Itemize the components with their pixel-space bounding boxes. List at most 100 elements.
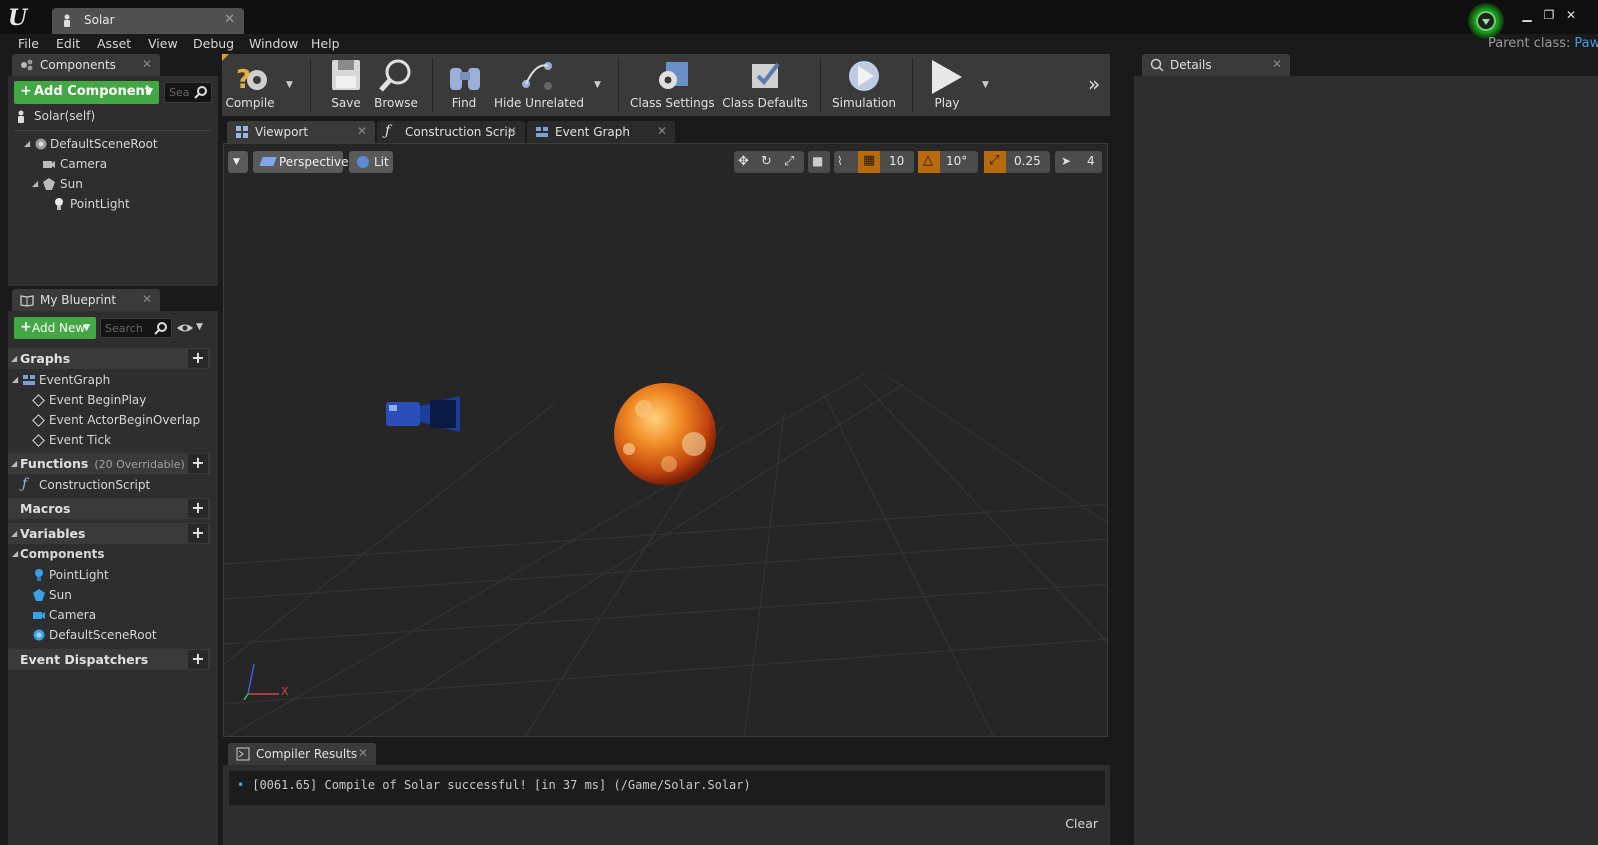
close-tab-icon[interactable]: ✕ (224, 12, 235, 27)
scale-snap-value[interactable]: 0.25 (1014, 154, 1041, 168)
lit-button[interactable]: Lit (349, 151, 393, 173)
menu-edit[interactable]: Edit (56, 36, 80, 51)
tab-viewport[interactable]: Viewport ✕ (227, 121, 375, 143)
menu-window[interactable]: Window (249, 36, 298, 51)
functions-category[interactable]: ◢ Functions (20 Overridable) + (8, 453, 210, 474)
variable-item-point-light[interactable]: PointLight (32, 567, 208, 585)
components-variables-group[interactable]: ◢ Components (12, 547, 208, 563)
compiler-results-tab[interactable]: Compiler Results ✕ (228, 743, 376, 765)
grid-snap-toggle[interactable]: ▦ (858, 151, 880, 173)
restore-icon[interactable]: ❐ (1539, 7, 1559, 23)
close-panel-icon[interactable]: ✕ (142, 292, 152, 306)
components-tab[interactable]: Components ✕ (12, 54, 160, 76)
tab-construction-script[interactable]: ƒ Construction Scrip ✕ (377, 121, 525, 143)
menu-bar: File Edit Asset View Debug Window Help (0, 34, 1130, 54)
close-panel-icon[interactable]: ✕ (142, 57, 152, 71)
class-settings-button[interactable]: Class Settings (630, 54, 715, 116)
expand-arrow-icon[interactable]: ◢ (11, 529, 17, 538)
variable-item-camera[interactable]: Camera (32, 607, 208, 625)
close-tab-icon[interactable]: ✕ (657, 124, 667, 138)
class-defaults-button[interactable]: Class Defaults (722, 54, 808, 116)
compile-options-dropdown-icon[interactable]: ▼ (286, 80, 293, 90)
scale-icon[interactable]: ⤢ (784, 154, 804, 176)
rotation-snap-value[interactable]: 10° (946, 154, 967, 168)
construction-script-item[interactable]: ƒ ConstructionScript (22, 476, 208, 495)
event-item-begin-play[interactable]: Event BeginPlay (32, 392, 208, 410)
unreal-logo-icon[interactable]: U (8, 6, 34, 30)
svg-text:?: ? (236, 65, 251, 94)
event-item-actor-begin-overlap[interactable]: Event ActorBeginOverlap (32, 412, 208, 430)
perspective-button[interactable]: Perspective (253, 151, 349, 173)
camera-speed-group[interactable]: ➤ 4 (1055, 151, 1102, 173)
translate-icon[interactable]: ✥ (738, 154, 758, 176)
event-dispatchers-category[interactable]: Event Dispatchers + (8, 649, 210, 670)
expand-arrow-icon[interactable]: ◢ (12, 549, 18, 558)
browse-button[interactable]: Browse (370, 54, 422, 116)
add-graph-button[interactable]: + (188, 349, 208, 368)
expand-arrow-icon[interactable]: ◢ (24, 139, 30, 148)
tree-item-camera[interactable]: Camera (42, 156, 202, 174)
expand-arrow-icon[interactable]: ◢ (11, 459, 17, 468)
variable-item-sun[interactable]: Sun (32, 587, 208, 605)
tree-item-sun[interactable]: ◢ Sun (32, 176, 192, 194)
minimize-icon[interactable]: ▁ (1517, 7, 1537, 23)
variables-category[interactable]: ◢ Variables + (8, 523, 210, 544)
toolbar-separator (820, 58, 821, 112)
hide-unrelated-button[interactable]: Hide Unrelated (494, 54, 584, 116)
clear-button[interactable]: Clear (1065, 816, 1098, 831)
rotate-icon[interactable]: ↻ (761, 154, 781, 176)
grid-snap-value[interactable]: 10 (889, 154, 904, 168)
close-panel-icon[interactable]: ✕ (1272, 57, 1282, 71)
hide-unrelated-dropdown-icon[interactable]: ▼ (594, 80, 601, 90)
add-macro-button[interactable]: + (188, 499, 208, 518)
parent-class-link[interactable]: Pawn (1574, 36, 1598, 51)
tree-item-label: Event BeginPlay (49, 393, 147, 407)
rotation-snap-toggle[interactable]: △ (918, 151, 940, 173)
play-button[interactable]: Play (922, 54, 972, 116)
expand-arrow-icon[interactable]: ◢ (11, 354, 17, 363)
my-blueprint-tab[interactable]: My Blueprint ✕ (12, 289, 160, 311)
menu-file[interactable]: File (18, 36, 39, 51)
details-tab[interactable]: Details ✕ (1142, 54, 1290, 76)
blueprint-search-input[interactable]: Search (100, 318, 172, 338)
tree-item-default-scene-root[interactable]: ◢ DefaultSceneRoot (24, 136, 204, 154)
event-item-tick[interactable]: Event Tick (32, 432, 208, 450)
menu-asset[interactable]: Asset (97, 36, 131, 51)
play-options-dropdown-icon[interactable]: ▼ (982, 80, 989, 90)
viewport-options-button[interactable]: ▼ (228, 151, 248, 173)
tree-item-point-light[interactable]: PointLight (52, 196, 202, 214)
event-graph-item[interactable]: ◢ EventGraph (12, 372, 208, 390)
toolbar-overflow-icon[interactable]: » (1088, 72, 1100, 96)
add-variable-button[interactable]: + (188, 524, 208, 543)
menu-view[interactable]: View (148, 36, 178, 51)
variable-item-default-scene-root[interactable]: DefaultSceneRoot (32, 627, 208, 645)
world-local-toggle[interactable]: ■ (808, 151, 830, 173)
compile-button[interactable]: ? Compile (222, 54, 278, 116)
add-dispatcher-button[interactable]: + (188, 650, 208, 669)
add-component-button[interactable]: + Add Component ▼ (14, 81, 159, 104)
add-new-button[interactable]: + Add New ▼ (14, 317, 96, 339)
surface-snap-icon[interactable]: ⌇ (837, 154, 857, 176)
components-search-input[interactable]: Sea (164, 82, 212, 103)
save-button[interactable]: Save (324, 54, 368, 116)
expand-arrow-icon[interactable]: ◢ (12, 375, 18, 384)
add-function-button[interactable]: + (188, 454, 208, 473)
menu-debug[interactable]: Debug (193, 36, 234, 51)
close-tab-icon[interactable]: ✕ (358, 746, 368, 760)
scale-snap-toggle[interactable]: ⤢ (984, 151, 1006, 173)
menu-help[interactable]: Help (311, 36, 340, 51)
tab-event-graph[interactable]: Event Graph ✕ (527, 121, 675, 143)
close-tab-icon[interactable]: ✕ (507, 124, 517, 138)
view-options-button[interactable]: ▼ (176, 320, 210, 336)
search-icon (154, 322, 167, 335)
expand-arrow-icon[interactable]: ◢ (32, 179, 38, 188)
find-button[interactable]: Find (442, 54, 486, 116)
source-control-badge-icon[interactable] (1468, 3, 1504, 39)
close-window-icon[interactable]: ✕ (1561, 7, 1581, 23)
macros-category[interactable]: Macros + (8, 498, 210, 519)
document-tab[interactable]: Solar ✕ (52, 8, 244, 34)
viewport[interactable]: X ▼ Perspective Lit ✥ ↻ ⤢ ■ ⌇ ▦ 10 △ 10°… (223, 143, 1108, 737)
graphs-category[interactable]: ◢ Graphs + (8, 348, 210, 369)
simulation-button[interactable]: Simulation (830, 54, 898, 116)
close-tab-icon[interactable]: ✕ (357, 124, 367, 138)
